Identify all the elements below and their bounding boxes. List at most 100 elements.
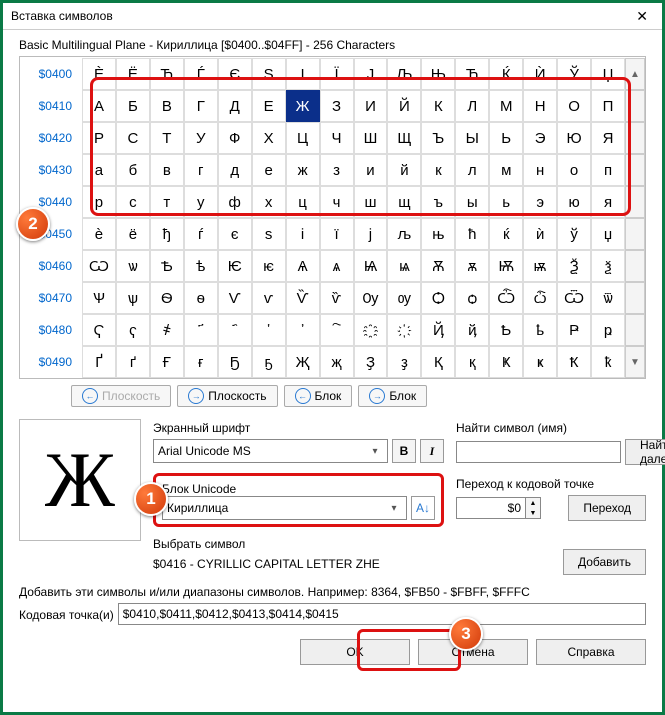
char-cell[interactable]: Ї	[320, 58, 354, 90]
char-cell[interactable]: Ҟ	[557, 346, 591, 378]
char-cell[interactable]: і	[286, 218, 320, 250]
char-cell[interactable]: Қ	[421, 346, 455, 378]
char-cell[interactable]: Ё	[116, 58, 150, 90]
goto-input[interactable]	[456, 497, 526, 519]
char-cell[interactable]: ҁ	[116, 314, 150, 346]
char-cell[interactable]: Ц	[286, 122, 320, 154]
char-cell[interactable]: н	[523, 154, 557, 186]
char-cell[interactable]: ѷ	[320, 282, 354, 314]
char-cell[interactable]: ѫ	[455, 250, 489, 282]
scroll-track[interactable]	[625, 122, 645, 154]
row-label[interactable]: $0400	[20, 58, 82, 90]
char-cell[interactable]: ғ	[184, 346, 218, 378]
char-cell[interactable]: Ѩ	[354, 250, 388, 282]
char-cell[interactable]: Ѷ	[286, 282, 320, 314]
char-cell[interactable]: Ґ	[82, 346, 116, 378]
char-cell[interactable]: җ	[320, 346, 354, 378]
font-combo[interactable]: Arial Unicode MS▾	[153, 439, 388, 463]
char-cell[interactable]: Ѐ	[82, 58, 116, 90]
char-cell[interactable]: ј	[354, 218, 388, 250]
char-cell[interactable]: ѐ	[82, 218, 116, 250]
char-cell[interactable]: ѧ	[320, 250, 354, 282]
goto-button[interactable]: Переход	[568, 495, 646, 521]
char-cell[interactable]: Ъ	[421, 122, 455, 154]
char-cell[interactable]: Р	[82, 122, 116, 154]
bold-button[interactable]: B	[392, 439, 416, 463]
sort-button[interactable]: A↓	[411, 496, 435, 520]
char-cell[interactable]: х	[252, 186, 286, 218]
char-cell[interactable]: У	[184, 122, 218, 154]
scroll-track[interactable]	[625, 154, 645, 186]
char-cell[interactable]: Т	[150, 122, 184, 154]
char-cell[interactable]: Ѧ	[286, 250, 320, 282]
char-cell[interactable]: г	[184, 154, 218, 186]
find-next-button[interactable]: Найти далее	[625, 439, 665, 465]
char-cell[interactable]: Ђ	[150, 58, 184, 90]
char-cell[interactable]: ч	[320, 186, 354, 218]
char-cell[interactable]: ҇	[320, 314, 354, 346]
char-cell[interactable]: э	[523, 186, 557, 218]
row-label[interactable]: $0460	[20, 250, 82, 282]
char-cell[interactable]: Ѣ	[150, 250, 184, 282]
char-cell[interactable]: л	[455, 154, 489, 186]
char-cell[interactable]: ъ	[421, 186, 455, 218]
char-cell[interactable]: ш	[354, 186, 388, 218]
find-input[interactable]	[456, 441, 621, 463]
char-cell[interactable]: з	[320, 154, 354, 186]
char-cell[interactable]: О	[557, 90, 591, 122]
char-cell[interactable]: Ю	[557, 122, 591, 154]
char-cell[interactable]: І	[286, 58, 320, 90]
char-cell[interactable]: м	[489, 154, 523, 186]
row-label[interactable]: $0420	[20, 122, 82, 154]
char-cell[interactable]: Ғ	[150, 346, 184, 378]
char-cell[interactable]: ҏ	[591, 314, 625, 346]
char-cell[interactable]: ь	[489, 186, 523, 218]
char-cell[interactable]: п	[591, 154, 625, 186]
char-cell[interactable]: о	[557, 154, 591, 186]
char-cell[interactable]: Ў	[557, 58, 591, 90]
char-cell[interactable]: Н	[523, 90, 557, 122]
char-cell[interactable]: ѩ	[387, 250, 421, 282]
char-cell[interactable]: б	[116, 154, 150, 186]
row-label[interactable]: $0480	[20, 314, 82, 346]
char-cell[interactable]: ц	[286, 186, 320, 218]
char-cell[interactable]: А	[82, 90, 116, 122]
char-cell[interactable]: ї	[320, 218, 354, 250]
char-cell[interactable]: Х	[252, 122, 286, 154]
char-cell[interactable]: Ь	[489, 122, 523, 154]
char-cell[interactable]: Ѹ	[354, 282, 388, 314]
char-cell[interactable]: е	[252, 154, 286, 186]
row-label[interactable]: $0470	[20, 282, 82, 314]
char-cell[interactable]: ў	[557, 218, 591, 250]
help-button[interactable]: Справка	[536, 639, 646, 665]
char-cell[interactable]: ћ	[455, 218, 489, 250]
italic-button[interactable]: I	[420, 439, 444, 463]
char-cell[interactable]: Ј	[354, 58, 388, 90]
char-cell[interactable]: у	[184, 186, 218, 218]
char-cell[interactable]: ҃	[184, 314, 218, 346]
char-cell[interactable]: Ѫ	[421, 250, 455, 282]
scroll-track[interactable]	[625, 282, 645, 314]
char-cell[interactable]: Ҙ	[354, 346, 388, 378]
char-cell[interactable]: Є	[218, 58, 252, 90]
char-cell[interactable]: ы	[455, 186, 489, 218]
char-cell[interactable]: љ	[387, 218, 421, 250]
char-cell[interactable]: д	[218, 154, 252, 186]
char-cell[interactable]: ҆	[286, 314, 320, 346]
char-cell[interactable]: ѹ	[387, 282, 421, 314]
scroll-up-icon[interactable]: ▲	[625, 58, 645, 90]
char-cell[interactable]: Ѳ	[150, 282, 184, 314]
char-cell[interactable]: Ѭ	[489, 250, 523, 282]
char-cell[interactable]: Џ	[591, 58, 625, 90]
char-cell[interactable]: ѭ	[523, 250, 557, 282]
char-cell[interactable]: Б	[116, 90, 150, 122]
char-cell[interactable]: Ѝ	[523, 58, 557, 90]
scroll-track[interactable]	[625, 90, 645, 122]
ok-button[interactable]: OK	[300, 639, 410, 665]
char-cell[interactable]: ҈	[354, 314, 388, 346]
row-label[interactable]: $0490	[20, 346, 82, 378]
char-cell[interactable]: ҍ	[523, 314, 557, 346]
scroll-track[interactable]	[625, 314, 645, 346]
char-cell[interactable]: Җ	[286, 346, 320, 378]
char-cell[interactable]: Л	[455, 90, 489, 122]
